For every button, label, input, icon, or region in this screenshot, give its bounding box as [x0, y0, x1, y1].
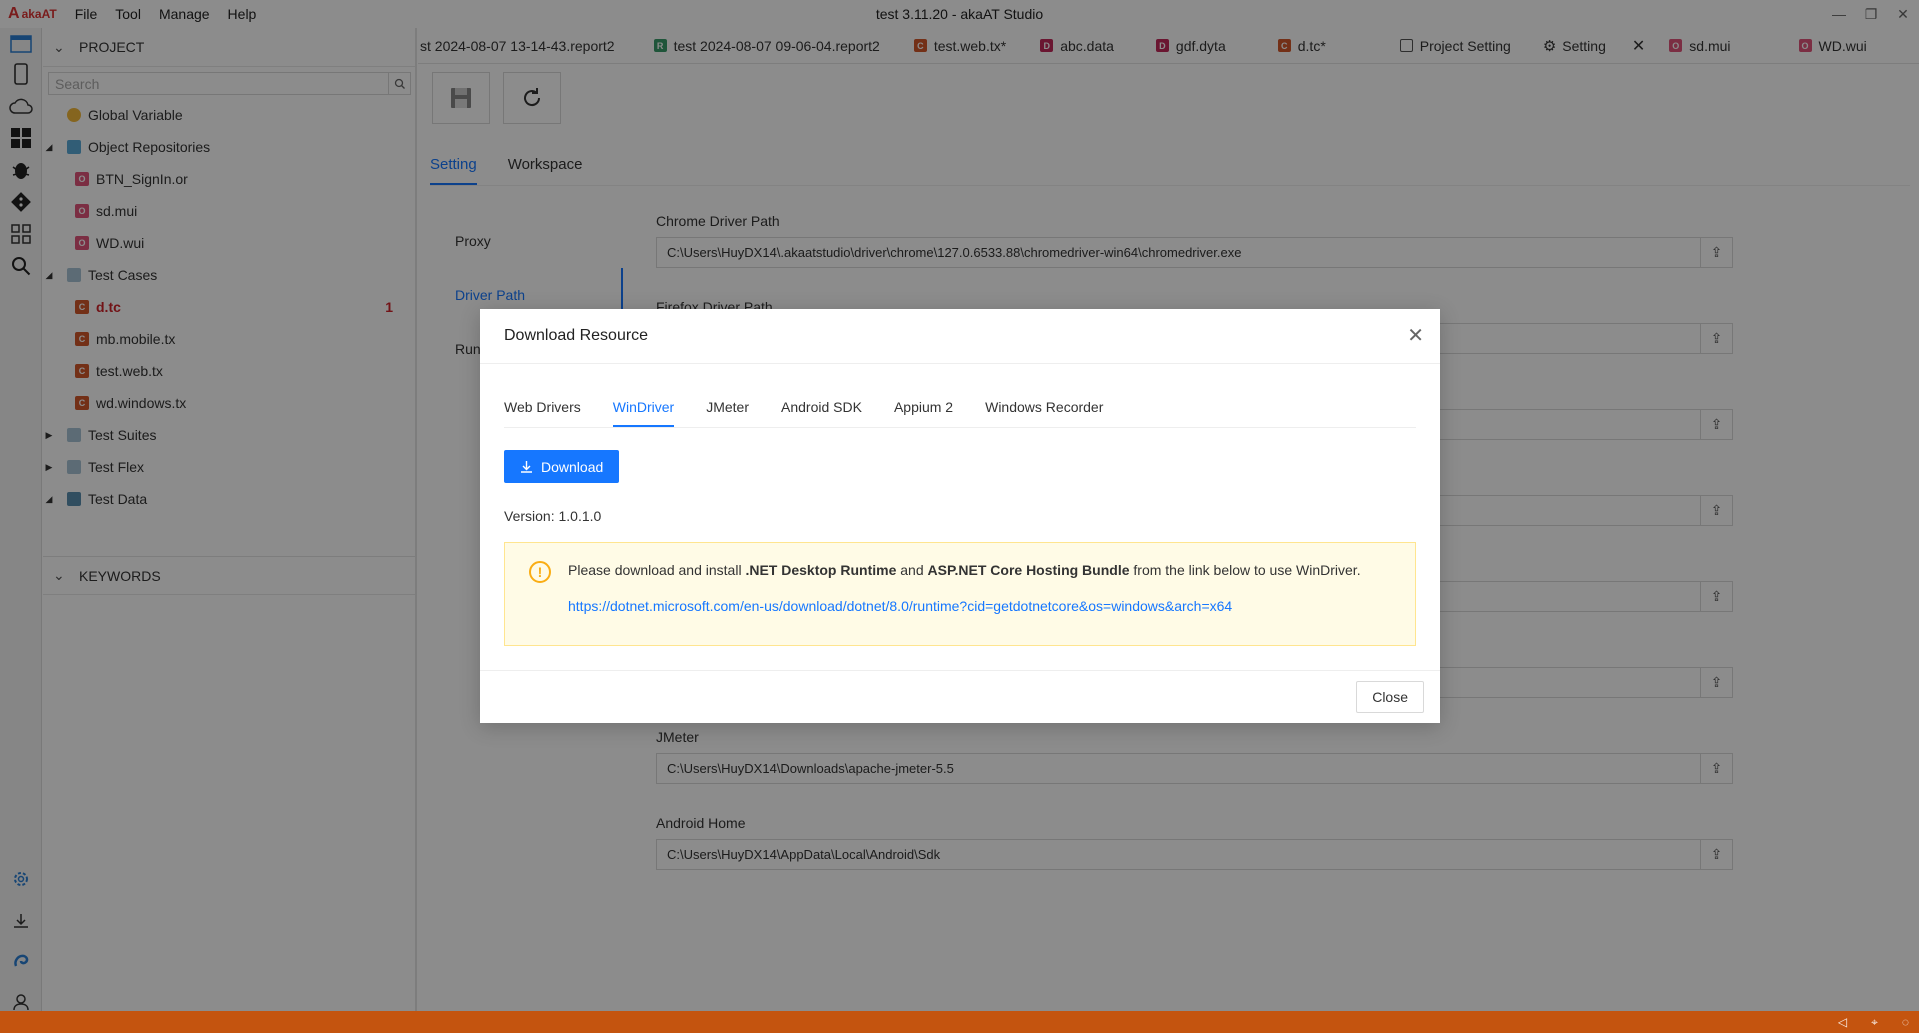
- status-bar: ◁ ⌖ ◌: [0, 1011, 1919, 1033]
- download-label: Download: [541, 458, 604, 475]
- alert-text: Please download and install: [568, 562, 746, 578]
- alert-text: and: [896, 562, 928, 578]
- dialog-title: Download Resource: [504, 327, 649, 344]
- version-text: Version: 1.0.1.0: [504, 508, 602, 524]
- tab-android-sdk[interactable]: Android SDK: [781, 399, 862, 427]
- download-button[interactable]: Download: [504, 450, 620, 483]
- dialog-tabs: Web Drivers WinDriver JMeter Android SDK…: [504, 399, 1416, 428]
- dialog-footer: Close: [480, 670, 1440, 723]
- tab-web-drivers[interactable]: Web Drivers: [504, 399, 581, 427]
- download-resource-dialog: Download Resource ✕ Web Drivers WinDrive…: [480, 309, 1440, 723]
- alert-bold-hosting: ASP.NET Core Hosting Bundle: [927, 562, 1130, 578]
- warning-icon: !: [529, 561, 551, 583]
- tab-appium-2[interactable]: Appium 2: [894, 399, 953, 427]
- warning-alert: ! Please download and install .NET Deskt…: [504, 542, 1416, 646]
- tab-jmeter[interactable]: JMeter: [706, 399, 749, 427]
- close-button[interactable]: Close: [1356, 681, 1424, 713]
- location-target-icon[interactable]: ⌖: [1871, 1015, 1878, 1030]
- alert-message: Please download and install .NET Desktop…: [568, 562, 1361, 578]
- tab-windows-recorder[interactable]: Windows Recorder: [985, 399, 1103, 427]
- tab-windriver[interactable]: WinDriver: [612, 399, 675, 427]
- download-icon: [521, 461, 532, 473]
- alert-text: from the link below to use WinDriver.: [1129, 562, 1361, 578]
- alert-bold-runtime: .NET Desktop Runtime: [745, 562, 897, 578]
- dotnet-download-link[interactable]: https://dotnet.microsoft.com/en-us/downl…: [568, 598, 1232, 614]
- close-icon[interactable]: ✕: [1407, 323, 1424, 348]
- notification-bell-icon[interactable]: ◁: [1838, 1015, 1847, 1029]
- chat-icon[interactable]: ◌: [1902, 1015, 1909, 1029]
